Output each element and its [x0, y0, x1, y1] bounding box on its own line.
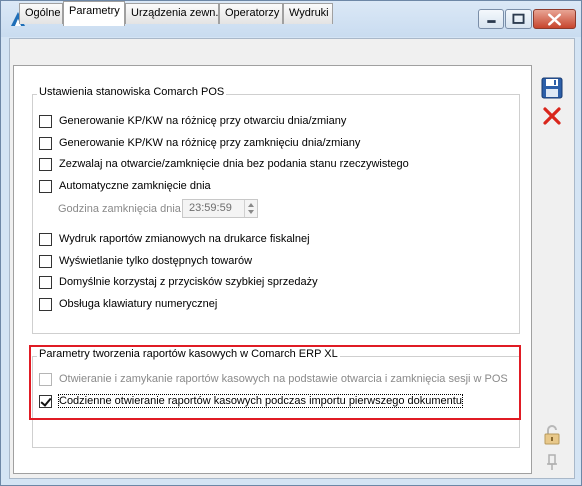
option-label: Zezwalaj na otwarcie/zamknięcie dnia bez… [59, 158, 409, 170]
checkbox[interactable] [39, 157, 52, 171]
dialog-window: Stanowisko POS - zostanie zmienione Ogól… [0, 0, 582, 486]
option-quick-sale-buttons[interactable]: Domyślnie korzystaj z przycisków szybkie… [39, 274, 318, 290]
tab-label: Wydruki [289, 7, 329, 19]
closing-time-value: 23:59:59 [189, 202, 232, 214]
pos-settings-title: Ustawienia stanowiska Comarch POS [37, 86, 227, 98]
lock-button[interactable] [540, 423, 564, 447]
option-label: Obsługa klawiatury numerycznej [59, 298, 218, 310]
red-x-icon [543, 107, 561, 125]
pin-button[interactable] [540, 450, 564, 474]
option-numeric-keypad[interactable]: Obsługa klawiatury numerycznej [39, 296, 217, 312]
option-allow-without-state[interactable]: Zezwalaj na otwarcie/zamknięcie dnia bez… [39, 156, 409, 172]
option-label: Wyświetlanie tylko dostępnych towarów [59, 255, 253, 267]
highlight-frame [29, 345, 521, 420]
tab-label: Ogólne [25, 7, 61, 19]
tab-wydruki[interactable]: Wydruki [283, 3, 333, 24]
spin-down-icon[interactable] [248, 210, 254, 214]
option-kp-kw-open[interactable]: Generowanie KP/KW na różnicę przy otwarc… [39, 113, 346, 129]
maximize-button[interactable] [505, 9, 532, 29]
tab-ogolne[interactable]: Ogólne [19, 3, 63, 24]
tab-label: Urządzenia zewn. [131, 7, 219, 19]
checkbox[interactable] [39, 232, 52, 246]
cancel-button[interactable] [540, 104, 564, 128]
tab-label: Operatorzy [225, 7, 280, 19]
tab-urzadzenia[interactable]: Urządzenia zewn. [125, 3, 219, 24]
floppy-disk-icon [541, 77, 563, 99]
close-button[interactable] [533, 9, 576, 29]
checkbox[interactable] [39, 179, 52, 193]
checkbox[interactable] [39, 275, 52, 289]
tab-label: Parametry [69, 5, 120, 17]
tab-operatorzy[interactable]: Operatorzy [219, 3, 283, 24]
checkbox[interactable] [39, 114, 52, 128]
checkbox[interactable] [39, 136, 52, 150]
option-label: Generowanie KP/KW na różnicę przy otwarc… [59, 115, 347, 127]
option-label: Generowanie KP/KW na różnicę przy zamkni… [59, 137, 361, 149]
checkbox[interactable] [39, 254, 52, 268]
maximize-icon [512, 13, 525, 24]
option-label: Domyślnie korzystaj z przycisków szybkie… [59, 276, 318, 288]
checkbox[interactable] [39, 297, 52, 311]
spin-up-icon[interactable] [248, 203, 254, 207]
minimize-button[interactable] [478, 9, 504, 29]
option-label: Automatyczne zamknięcie dnia [59, 180, 211, 192]
option-print-shift-reports[interactable]: Wydruk raportów zmianowych na drukarce f… [39, 231, 310, 247]
close-icon [548, 13, 561, 26]
option-auto-close-day[interactable]: Automatyczne zamknięcie dnia [39, 178, 211, 194]
option-available-goods-only[interactable]: Wyświetlanie tylko dostępnych towarów [39, 253, 252, 269]
minimize-icon [487, 20, 496, 23]
closing-time-input[interactable]: 23:59:59 [182, 199, 258, 218]
pin-icon [547, 454, 557, 470]
option-label: Wydruk raportów zmianowych na drukarce f… [59, 233, 310, 245]
time-spinner[interactable] [244, 200, 257, 217]
save-button[interactable] [540, 76, 564, 100]
tab-parametry[interactable]: Parametry [63, 1, 125, 26]
closing-time-label: Godzina zamknięcia dnia [58, 203, 181, 215]
option-kp-kw-close[interactable]: Generowanie KP/KW na różnicę przy zamkni… [39, 135, 360, 151]
padlock-icon [544, 425, 560, 445]
